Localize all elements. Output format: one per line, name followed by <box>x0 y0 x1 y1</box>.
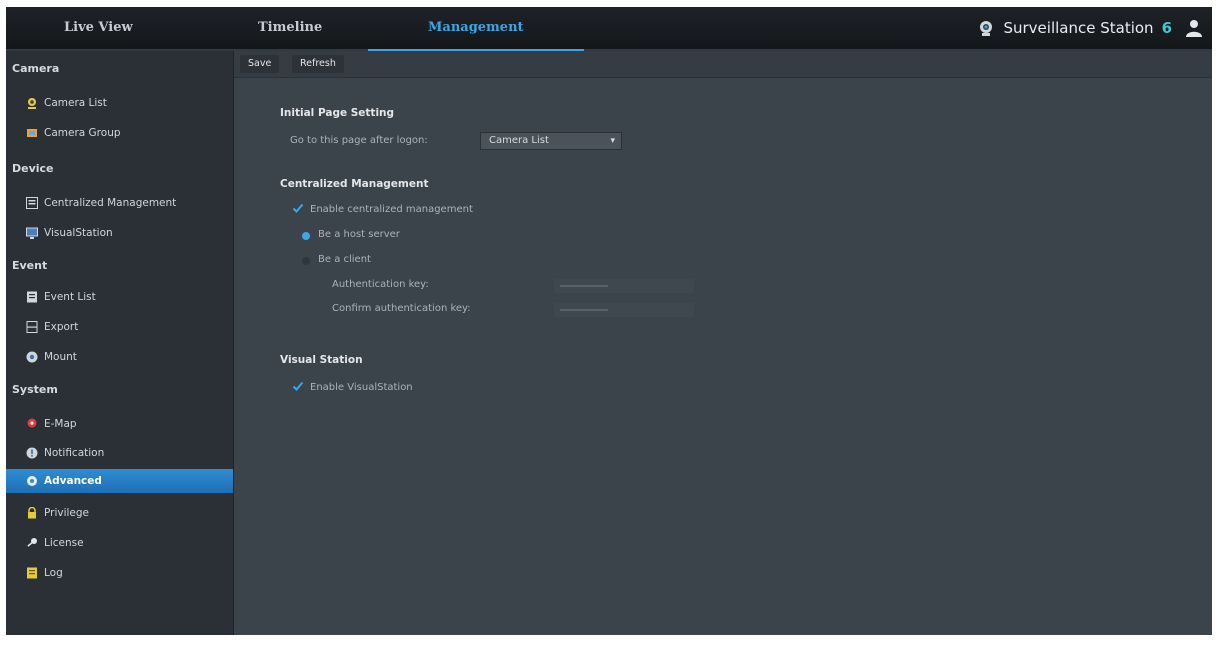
camera-icon <box>28 98 36 109</box>
refresh-button[interactable]: Refresh <box>292 55 344 73</box>
host-server-label: Be a host server <box>318 229 400 240</box>
centralized-management-icon <box>26 197 38 209</box>
sidebar-section-device: Device <box>12 162 54 175</box>
sidebar-item-label: Log <box>44 567 63 579</box>
sidebar-item-emap[interactable]: E-Map <box>6 412 233 436</box>
sidebar-item-label: Export <box>44 321 79 333</box>
confirm-key-label: Confirm authentication key: <box>332 303 471 314</box>
sidebar-item-mount[interactable]: Mount <box>6 345 233 369</box>
sidebar-item-visualstation[interactable]: VisualStation <box>6 221 233 245</box>
chevron-down-icon: ▾ <box>610 136 615 146</box>
sidebar-item-camera-group[interactable]: Camera Group <box>6 121 233 145</box>
initial-page-selected: Camera List <box>489 135 549 146</box>
event-list-icon <box>27 291 37 303</box>
sidebar-item-label: E-Map <box>44 418 77 430</box>
sidebar-item-label: Mount <box>44 351 77 363</box>
sidebar-section-system: System <box>12 383 58 396</box>
sidebar-item-label: Centralized Management <box>44 197 177 209</box>
toolbar: Save Refresh <box>234 51 1212 78</box>
save-button[interactable]: Save <box>240 55 280 73</box>
field-line <box>560 309 608 311</box>
initial-page-label: Go to this page after logon: <box>290 135 428 146</box>
sidebar-item-privilege[interactable]: Privilege <box>6 501 233 525</box>
sidebar-item-license[interactable]: License <box>6 531 233 555</box>
centralized-heading: Centralized Management <box>280 178 429 190</box>
sidebar-item-label: Privilege <box>44 507 90 519</box>
emap-icon <box>27 418 37 428</box>
visual-station-heading: Visual Station <box>280 354 363 366</box>
surveillance-camera-icon <box>980 21 993 36</box>
sidebar-item-label: License <box>44 537 84 549</box>
sidebar-item-log[interactable]: Log <box>6 561 233 585</box>
initial-page-select[interactable]: Camera List ▾ <box>480 132 622 150</box>
auth-key-field[interactable] <box>554 279 694 293</box>
lock-icon <box>28 507 36 519</box>
tab-live-view[interactable]: Live View <box>64 7 133 49</box>
main-panel: Save Refresh Initial Page Setting Go to … <box>234 51 1212 635</box>
sidebar-item-label: Advanced <box>44 475 102 487</box>
enable-visualstation-checkbox[interactable] <box>292 380 304 392</box>
export-icon <box>26 321 38 333</box>
sidebar-item-label: Event List <box>44 291 96 303</box>
host-server-radio[interactable] <box>302 232 310 240</box>
sidebar-section-camera: Camera <box>12 62 60 75</box>
initial-page-heading: Initial Page Setting <box>280 107 395 119</box>
field-line <box>560 285 608 287</box>
enable-centralized-checkbox[interactable] <box>292 202 304 214</box>
sidebar: Camera Camera List Camera Group Device C… <box>6 51 234 635</box>
user-icon[interactable] <box>1184 18 1204 38</box>
sidebar-item-advanced[interactable]: Advanced <box>6 469 233 493</box>
sidebar-item-camera-list[interactable]: Camera List <box>6 91 233 115</box>
key-icon <box>27 538 37 547</box>
sidebar-item-event-list[interactable]: Event List <box>6 285 233 309</box>
mount-icon <box>26 351 38 363</box>
brand-name: Surveillance Station <box>1003 19 1154 37</box>
sidebar-item-export[interactable]: Export <box>6 315 233 339</box>
gear-icon <box>27 476 37 486</box>
visualstation-icon <box>26 227 38 239</box>
log-icon <box>27 567 37 579</box>
tab-management[interactable]: Management <box>368 7 583 51</box>
client-radio[interactable] <box>302 257 310 265</box>
brand-version: 6 <box>1161 19 1172 37</box>
tab-timeline[interactable]: Timeline <box>258 7 322 49</box>
top-nav: Live View Timeline Management Surveillan… <box>6 7 1212 51</box>
sidebar-section-event: Event <box>12 259 48 272</box>
sidebar-item-label: Camera Group <box>44 127 121 139</box>
enable-visualstation-label: Enable VisualStation <box>310 382 413 393</box>
app-brand: Surveillance Station 6 <box>977 7 1172 49</box>
sidebar-item-notification[interactable]: Notification <box>6 441 233 465</box>
camera-group-icon <box>27 129 37 137</box>
confirm-key-field[interactable] <box>554 303 694 317</box>
app-window: Live View Timeline Management Surveillan… <box>6 7 1212 635</box>
sidebar-item-label: VisualStation <box>44 227 113 239</box>
sidebar-item-centralized-management[interactable]: Centralized Management <box>6 191 233 215</box>
sidebar-item-label: Notification <box>44 447 105 459</box>
enable-centralized-label: Enable centralized management <box>310 204 473 215</box>
notification-icon <box>26 447 38 459</box>
sidebar-item-label: Camera List <box>44 97 107 109</box>
auth-key-label: Authentication key: <box>332 279 429 290</box>
client-label: Be a client <box>318 254 371 265</box>
